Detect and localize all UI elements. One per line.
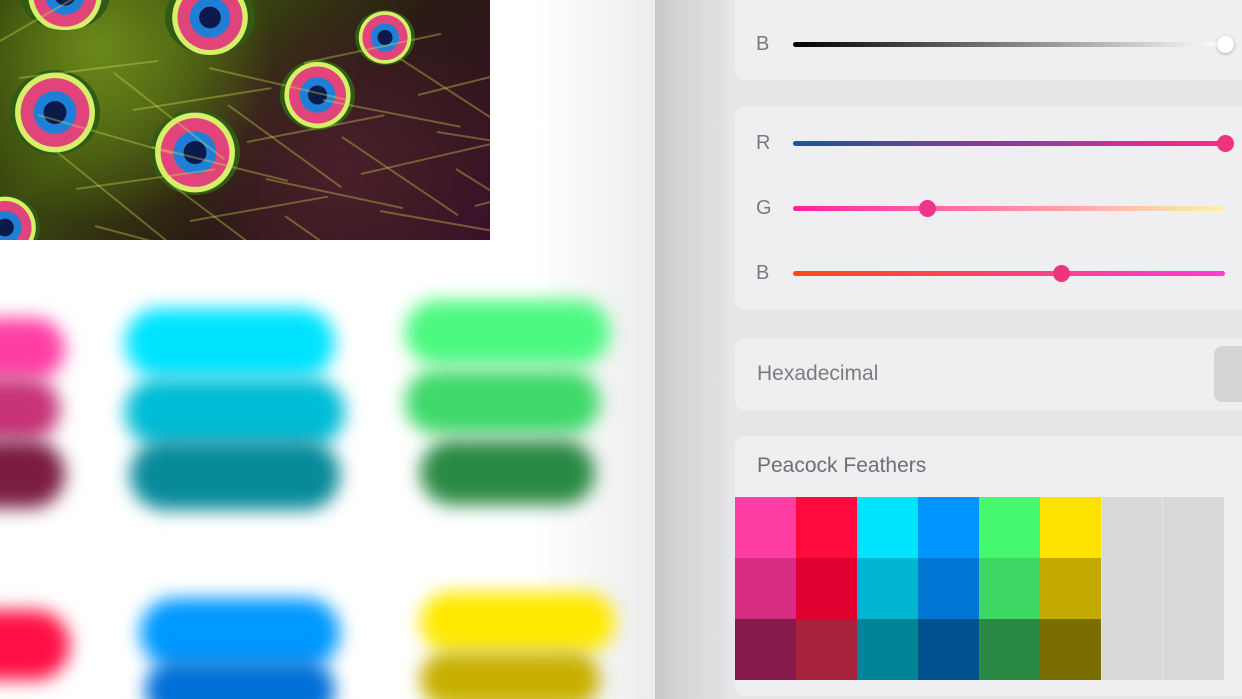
feather-eye: [150, 110, 240, 195]
hex-input-button[interactable]: [1214, 346, 1242, 402]
empty-palette-swatch[interactable]: [1162, 619, 1224, 680]
hex-card: Hexadecimal: [735, 338, 1242, 410]
palette-swatch[interactable]: [796, 558, 857, 619]
feather-strand: [284, 215, 401, 240]
brightness-slider-label: B: [756, 33, 770, 55]
red-slider-label: R: [756, 132, 771, 154]
feather-strand: [189, 195, 329, 222]
brush-stroke: [140, 598, 340, 668]
feather-strand: [18, 59, 159, 79]
panel-divider: [655, 0, 727, 699]
brush-stroke: [130, 440, 340, 510]
palette-swatch[interactable]: [918, 619, 979, 680]
palette-swatch[interactable]: [857, 558, 918, 619]
palette-swatch[interactable]: [857, 497, 918, 558]
brush-stroke: [125, 308, 335, 378]
palette-swatch-grid: [735, 497, 1242, 681]
empty-palette-swatch[interactable]: [1101, 558, 1163, 619]
blue-slider-row: B: [735, 254, 1242, 294]
feather-strand: [379, 210, 490, 237]
green-slider-row: G: [735, 189, 1242, 229]
hex-label: Hexadecimal: [757, 362, 879, 385]
brush-stroke: [0, 318, 65, 380]
feather-strand: [56, 151, 167, 240]
feather-strand: [132, 87, 272, 111]
brush-stroke: [0, 378, 60, 440]
brush-stroke: [405, 370, 600, 434]
empty-palette-swatch[interactable]: [1162, 558, 1224, 619]
color-panel: B R G B Hexadecimal Peacock Feathers: [727, 0, 1242, 699]
blue-slider-track[interactable]: [793, 271, 1225, 276]
empty-palette-swatch[interactable]: [1101, 497, 1163, 558]
brush-stroke: [420, 440, 595, 505]
blue-slider-thumb[interactable]: [1052, 265, 1070, 282]
brush-stroke: [405, 300, 610, 365]
feather-eye: [280, 60, 355, 130]
brush-stroke: [420, 652, 600, 699]
empty-palette-swatch[interactable]: [1101, 619, 1163, 680]
rgb-slider-card: R G B: [735, 106, 1242, 310]
palette-swatch[interactable]: [796, 497, 857, 558]
palette-title: Peacock Feathers: [757, 454, 927, 477]
brush-stroke: [0, 440, 65, 508]
brush-stroke: [420, 592, 615, 652]
green-slider-thumb[interactable]: [918, 200, 936, 217]
feather-strand: [360, 141, 490, 175]
red-slider-row: R: [735, 124, 1242, 164]
palette-swatch[interactable]: [857, 619, 918, 680]
hsb-slider-card: B: [735, 0, 1242, 80]
palette-swatch[interactable]: [918, 497, 979, 558]
feather-eye: [10, 70, 100, 155]
red-slider-track[interactable]: [793, 141, 1225, 146]
brightness-slider-row: B: [735, 25, 1242, 65]
feather-eye: [355, 10, 415, 65]
palette-swatch[interactable]: [1040, 497, 1101, 558]
brush-stroke: [125, 378, 345, 446]
palette-swatch[interactable]: [1040, 558, 1101, 619]
green-slider-label: G: [756, 197, 772, 219]
empty-palette-swatch[interactable]: [1162, 497, 1224, 558]
feather-strand: [341, 136, 459, 217]
palette-swatch[interactable]: [979, 558, 1040, 619]
peacock-feathers-image: [0, 0, 490, 240]
brightness-slider-track[interactable]: [793, 42, 1225, 47]
palette-swatch[interactable]: [735, 619, 796, 680]
palette-swatch[interactable]: [1040, 619, 1101, 680]
brightness-slider-thumb[interactable]: [1217, 36, 1234, 53]
palette-swatch[interactable]: [796, 619, 857, 680]
palette-swatch[interactable]: [979, 497, 1040, 558]
feather-eye: [165, 0, 255, 55]
feather-eye: [0, 195, 40, 240]
palette-card: Peacock Feathers: [735, 436, 1242, 696]
blue-slider-label: B: [756, 262, 770, 284]
green-slider-track[interactable]: [793, 206, 1225, 211]
brush-stroke: [0, 610, 70, 680]
brush-stroke: [145, 660, 335, 699]
palette-swatch[interactable]: [735, 497, 796, 558]
palette-swatch[interactable]: [735, 558, 796, 619]
palette-swatch[interactable]: [979, 619, 1040, 680]
red-slider-thumb[interactable]: [1217, 135, 1234, 152]
drawing-canvas[interactable]: [0, 0, 655, 699]
palette-swatch[interactable]: [918, 558, 979, 619]
